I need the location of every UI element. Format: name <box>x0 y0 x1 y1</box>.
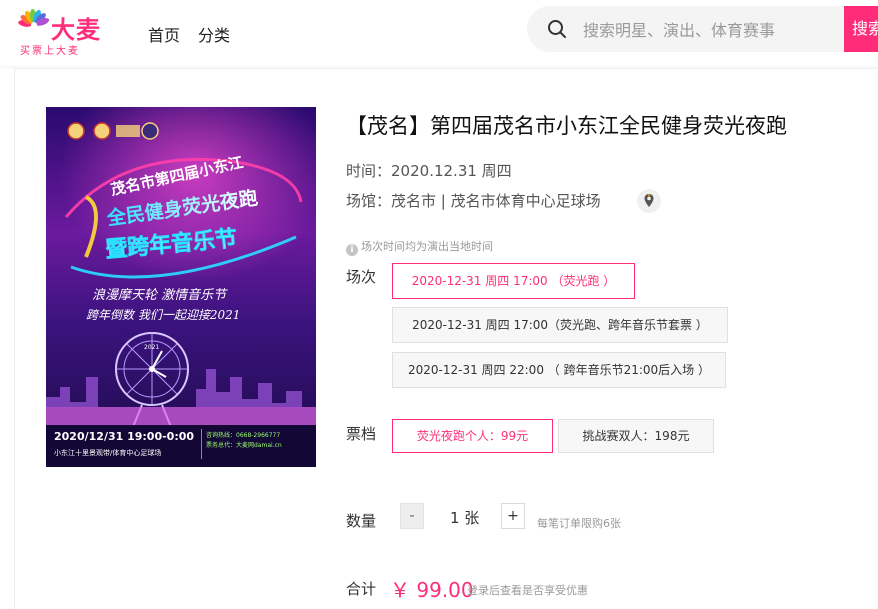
total-label: 合计 <box>346 580 377 598</box>
nav-home[interactable]: 首页 <box>148 22 180 46</box>
search-icon[interactable] <box>547 19 567 39</box>
poster-location: 小东江十里景观带/体育中心足球场 <box>54 448 161 457</box>
event-time: 时间：2020.12.31 周四 <box>346 160 512 181</box>
poster-hotline: 咨询热线：0668-2966777 <box>206 431 280 439</box>
poster-ticket-agent: 票务总代：大麦网damai.cn <box>206 441 282 449</box>
event-venue: 场馆：茂名市 | 茂名市体育中心足球场 <box>346 190 601 211</box>
quantity-limit-note: 每笔订单限购6张 <box>537 517 621 530</box>
timezone-notice-text: 场次时间均为演出当地时间 <box>361 240 493 253</box>
map-pin-icon[interactable] <box>637 189 661 213</box>
event-time-value: 2020.12.31 周四 <box>391 162 512 180</box>
poster-artwork: 茂名市第四届小东江 全民健身荧光夜跑 暨跨年音乐节 浪漫摩天轮 激情音乐节 跨年… <box>46 107 316 467</box>
quantity-value: 1 张 <box>450 509 480 527</box>
quantity-plus-button[interactable]: + <box>501 503 525 529</box>
poster-wheel-year: 2021 <box>144 344 159 351</box>
event-poster: 茂名市第四届小东江 全民健身荧光夜跑 暨跨年音乐节 浪漫摩天轮 激情音乐节 跨年… <box>46 107 316 467</box>
top-header: 大麦 买票上大麦 首页 分类 搜索 <box>0 0 878 66</box>
search-input[interactable] <box>581 6 855 54</box>
damai-logo[interactable]: 大麦 买票上大麦 <box>18 9 110 57</box>
poster-datetime: 2020/12/31 19:00-0:00 <box>54 430 194 443</box>
total-note: 登录后查看是否享受优惠 <box>467 584 588 597</box>
timezone-notice: i 场次时间均为演出当地时间 <box>346 238 493 256</box>
brand-slogan: 买票上大麦 <box>20 46 80 57</box>
quantity-label: 数量 <box>346 512 377 530</box>
tier-option-2[interactable]: 挑战赛双人：198元 <box>558 419 714 453</box>
event-time-label: 时间： <box>346 162 392 180</box>
info-icon: i <box>346 244 358 256</box>
search-bar <box>527 6 857 54</box>
nav-category[interactable]: 分类 <box>198 22 230 46</box>
flower-logo-icon <box>18 9 50 28</box>
tier-option-1[interactable]: 荧光夜跑个人：99元 <box>392 419 553 453</box>
poster-slogan-line2: 跨年倒数 我们一起迎接2021 <box>86 308 240 322</box>
event-title: 【茂名】第四届茂名市小东江全民健身荧光夜跑 <box>346 114 787 138</box>
session-option-2[interactable]: 2020-12-31 周四 17:00（荧光跑、跨年音乐节套票 ） <box>392 307 728 343</box>
session-label: 场次 <box>346 268 377 286</box>
total-price: ￥ 99.00 <box>390 578 474 602</box>
poster-slogan-line1: 浪漫摩天轮 激情音乐节 <box>92 287 228 303</box>
quantity-minus-button[interactable]: - <box>400 503 424 529</box>
event-venue-label: 场馆： <box>346 192 392 210</box>
tier-label: 票档 <box>346 425 377 443</box>
search-button[interactable]: 搜索 <box>844 6 878 52</box>
event-venue-value: 茂名市 | 茂名市体育中心足球场 <box>391 192 601 210</box>
session-option-3[interactable]: 2020-12-31 周四 22:00 （ 跨年音乐节21:00后入场 ） <box>392 352 726 388</box>
brand-name: 大麦 <box>51 16 101 44</box>
session-option-1[interactable]: 2020-12-31 周四 17:00 （荧光跑 ） <box>392 263 635 299</box>
